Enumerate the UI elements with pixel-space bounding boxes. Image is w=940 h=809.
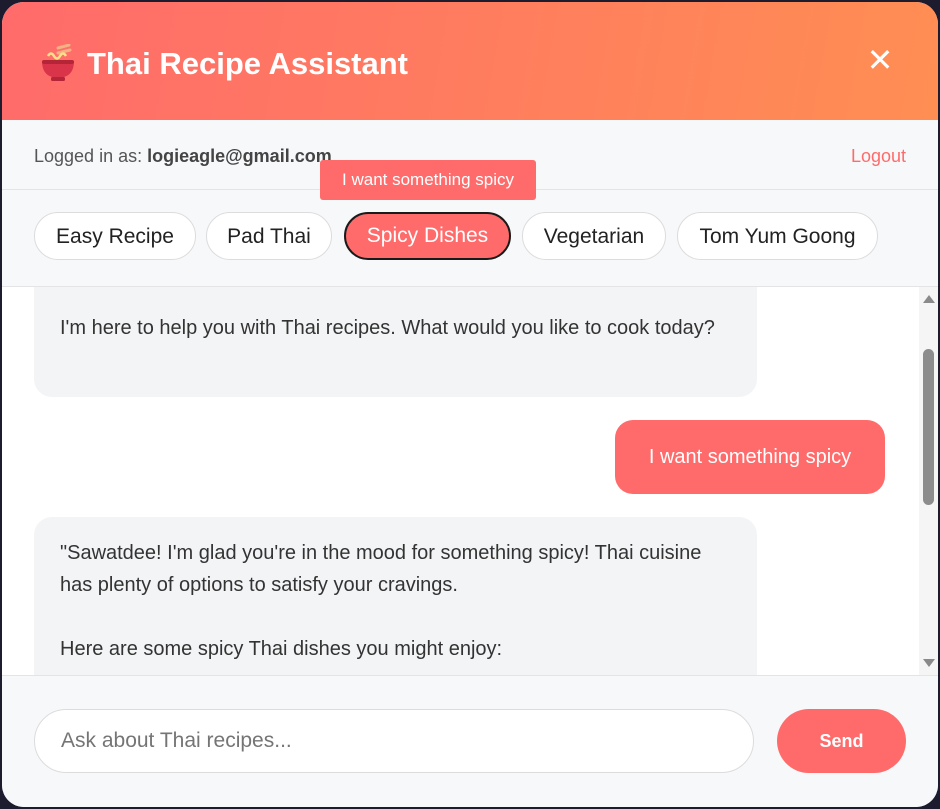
close-icon[interactable]: ✕	[862, 42, 898, 78]
composer: Send	[2, 675, 938, 807]
chip-spicy-dishes[interactable]: Spicy Dishes	[344, 212, 511, 260]
bot-message: I'm here to help you with Thai recipes. …	[34, 287, 757, 397]
logout-link[interactable]: Logout	[851, 145, 906, 167]
user-message: I want something spicy	[615, 420, 885, 494]
bot-message-text: "Sawatdee! I'm glad you're in the mood f…	[60, 542, 702, 596]
chip-easy-recipe[interactable]: Easy Recipe	[34, 212, 196, 260]
logged-in-info: Logged in as: logieagle@gmail.com	[34, 145, 332, 167]
chip-vegetarian[interactable]: Vegetarian	[522, 212, 666, 260]
chip-tom-yum-goong[interactable]: Tom Yum Goong	[677, 212, 878, 260]
scrollbar-thumb[interactable]	[923, 349, 934, 505]
bot-message-text: Here are some spicy Thai dishes you migh…	[60, 638, 503, 660]
scroll-up-icon[interactable]	[923, 295, 935, 303]
chip-pad-thai[interactable]: Pad Thai	[206, 212, 332, 260]
app-title: Thai Recipe Assistant	[87, 46, 409, 81]
logged-in-label: Logged in as:	[34, 146, 143, 166]
chat-scrollbar[interactable]	[919, 287, 938, 675]
message-input[interactable]	[34, 709, 754, 773]
header: Thai Recipe Assistant ✕	[2, 2, 938, 120]
bot-message-text: I'm here to help you with Thai recipes. …	[60, 317, 715, 339]
chip-tooltip: I want something spicy	[320, 160, 536, 200]
scroll-down-icon[interactable]	[923, 659, 935, 667]
chat-window: Thai Recipe Assistant ✕ Logged in as: lo…	[2, 2, 938, 807]
quick-reply-bar: Easy Recipe Pad Thai Spicy Dishes Vegeta…	[2, 190, 938, 287]
bot-message: "Sawatdee! I'm glad you're in the mood f…	[34, 517, 757, 675]
user-email: logieagle@gmail.com	[147, 146, 332, 166]
message-list[interactable]: I'm here to help you with Thai recipes. …	[2, 287, 938, 675]
send-button[interactable]: Send	[777, 709, 906, 773]
noodle-bowl-icon	[42, 44, 74, 81]
